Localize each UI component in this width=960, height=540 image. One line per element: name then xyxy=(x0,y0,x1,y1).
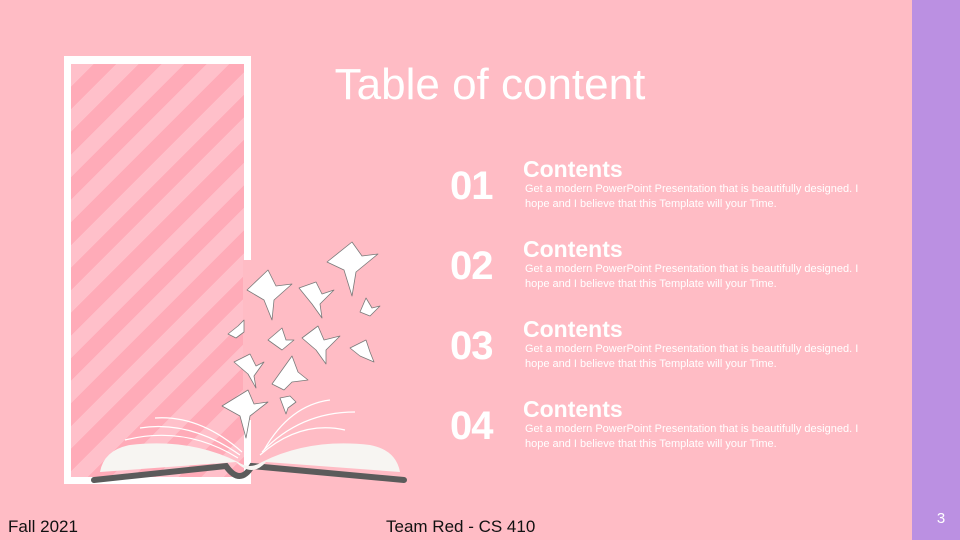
slide-canvas: Table of content 01 Contents Get a moder… xyxy=(0,0,912,540)
toc-heading: Contents xyxy=(523,236,623,262)
toc-description: Get a modern PowerPoint Presentation tha… xyxy=(525,183,859,210)
footer-team: Team Red - CS 410 xyxy=(386,517,536,536)
toc-heading: Contents xyxy=(523,396,623,422)
slide-number: 3 xyxy=(936,510,946,527)
page-title: Table of content xyxy=(334,60,646,109)
toc-number: 04 xyxy=(450,404,493,448)
toc-number: 02 xyxy=(450,244,493,288)
toc-item-03: 03 Contents Get a modern PowerPoint Pres… xyxy=(450,316,890,390)
toc-heading: Contents xyxy=(523,156,623,182)
accent-side-bar xyxy=(912,0,960,540)
toc-description: Get a modern PowerPoint Presentation tha… xyxy=(525,343,859,370)
toc-item-04: 04 Contents Get a modern PowerPoint Pres… xyxy=(450,396,890,470)
toc-description: Get a modern PowerPoint Presentation tha… xyxy=(525,423,859,450)
footer-term: Fall 2021 xyxy=(8,517,78,536)
toc-description: Get a modern PowerPoint Presentation tha… xyxy=(525,263,859,290)
toc-heading: Contents xyxy=(523,316,623,342)
origami-bird-icon xyxy=(221,241,381,439)
toc-item-02: 02 Contents Get a modern PowerPoint Pres… xyxy=(450,236,890,310)
toc-number: 01 xyxy=(450,164,493,208)
toc-number: 03 xyxy=(450,324,493,368)
toc-item-01: 01 Contents Get a modern PowerPoint Pres… xyxy=(450,156,890,230)
